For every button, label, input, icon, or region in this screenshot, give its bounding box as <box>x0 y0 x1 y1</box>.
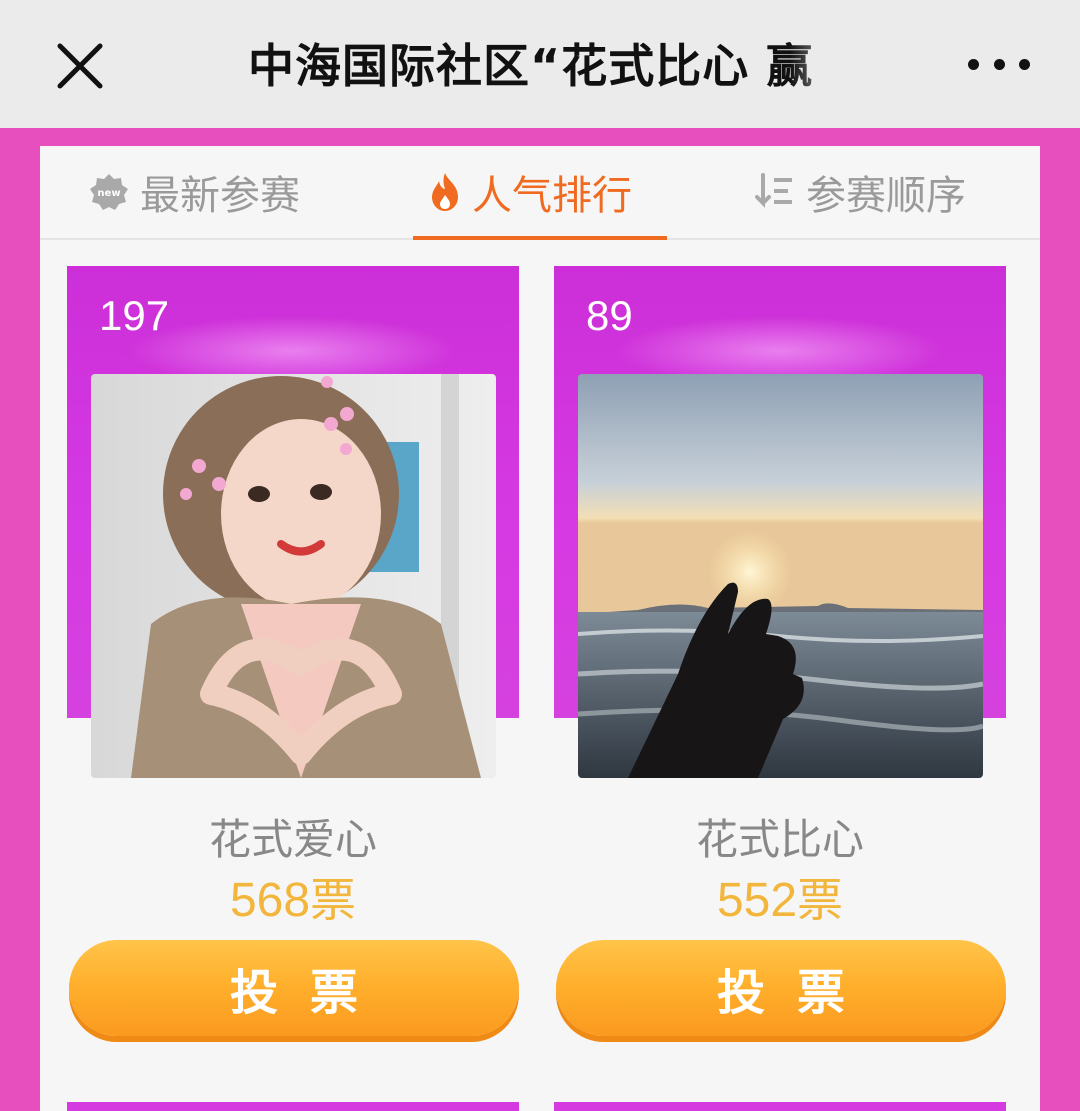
entry-rank: 89 <box>586 292 633 339</box>
vote-unit: 票 <box>797 873 844 927</box>
vote-button[interactable]: 投票 <box>69 940 519 1036</box>
tab-entry-order[interactable]: 参赛顺序 <box>754 160 966 224</box>
active-tab-indicator <box>413 236 667 240</box>
entry-photo[interactable] <box>91 374 496 778</box>
svg-text:new: new <box>97 188 120 199</box>
entry-votes: 568票 <box>67 864 519 930</box>
more-dots-icon <box>993 58 1005 70</box>
entry-name: 花式爱心 <box>208 815 377 864</box>
next-card-header <box>67 1102 519 1111</box>
entry-name: 花式比心 <box>695 815 864 864</box>
tab-bar: new 最新参赛 人气排行 参赛顺序 <box>40 146 1040 240</box>
sort-order-icon <box>754 171 796 213</box>
tab-popularity[interactable]: 人气排行 <box>428 160 632 224</box>
entry-votes: 552票 <box>554 864 1006 930</box>
vote-count: 552 <box>716 874 798 927</box>
more-options-button[interactable] <box>962 46 1036 82</box>
tab-popularity-label: 人气排行 <box>472 173 632 219</box>
more-dots-icon <box>1019 58 1030 70</box>
close-button[interactable] <box>50 36 110 96</box>
entry-rank: 197 <box>99 292 170 339</box>
vote-count: 568 <box>229 874 311 927</box>
tab-entry-order-label: 参赛顺序 <box>806 173 966 219</box>
more-dots-icon <box>968 58 979 70</box>
page-title: 中海国际社区“花式比心 赢 <box>248 36 860 96</box>
top-bar: 中海国际社区“花式比心 赢 <box>0 0 1080 128</box>
entry-card[interactable]: 89 花式比心 552票 投票 <box>554 266 1006 1056</box>
page-title-text: 中海国际社区“花式比心 赢 <box>248 39 814 93</box>
tab-latest[interactable]: new 最新参赛 <box>88 160 300 224</box>
content-panel: new 最新参赛 人气排行 参赛顺序 197 花式爱心 568票 投票 89 花… <box>40 146 1040 1111</box>
vote-button[interactable]: 投票 <box>556 940 1006 1036</box>
vote-unit: 票 <box>310 873 357 927</box>
close-icon[interactable] <box>50 36 110 96</box>
entry-photo[interactable] <box>578 374 983 778</box>
new-badge-icon: new <box>88 172 130 212</box>
next-card-header <box>554 1102 1006 1111</box>
fire-icon <box>428 171 462 213</box>
entry-card[interactable]: 197 花式爱心 568票 投票 <box>67 266 519 1056</box>
tab-latest-label: 最新参赛 <box>140 173 300 219</box>
title-fade <box>790 36 860 96</box>
